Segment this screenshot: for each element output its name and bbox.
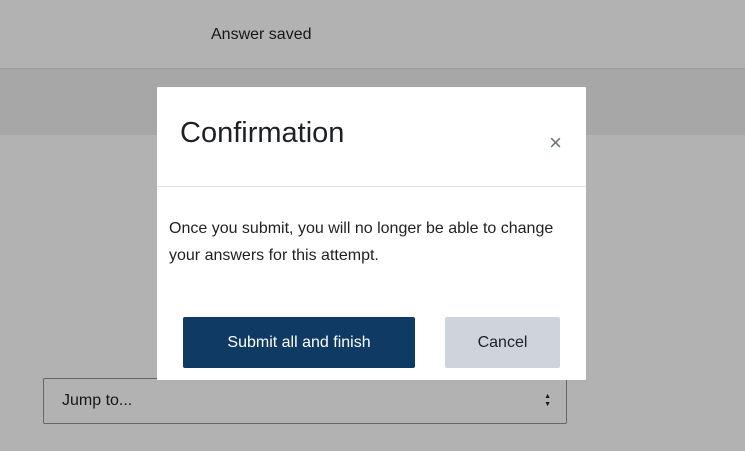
dialog-body-text: Once you submit, you will no longer be a… [169,220,554,264]
submit-all-button[interactable]: Submit all and finish [183,317,415,368]
dialog-title: Confirmation [180,117,345,149]
confirmation-dialog: Confirmation × Once you submit, you will… [157,87,586,380]
cancel-button[interactable]: Cancel [445,317,560,368]
dialog-header: Confirmation × [157,87,586,187]
close-icon[interactable]: × [549,132,562,154]
